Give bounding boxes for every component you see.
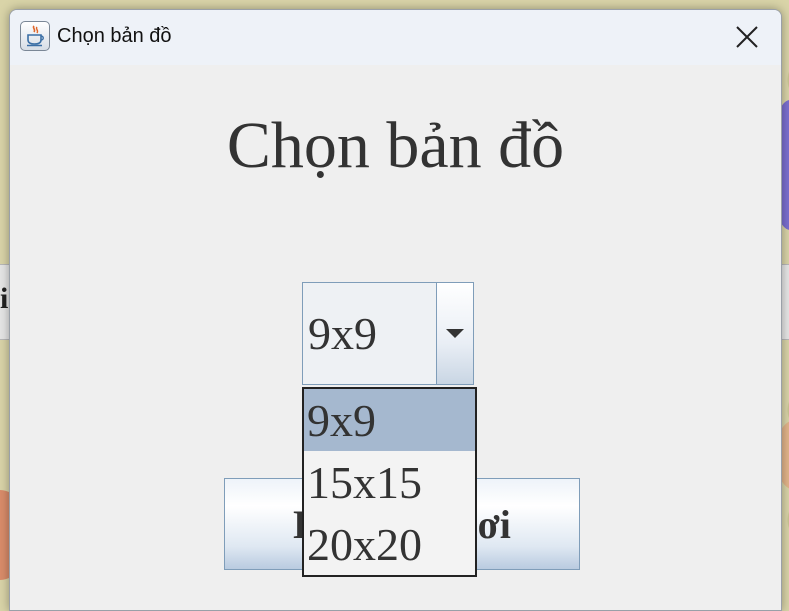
map-size-selected-value: 9x9	[303, 283, 437, 384]
choose-map-dialog: Chọn bản đồ Chọn bản đồ 9x9 Bắt đầu chơi…	[9, 9, 782, 611]
chevron-down-icon	[446, 328, 464, 338]
map-size-dropdown-list: 9x9 15x15 20x20	[302, 387, 477, 577]
close-button[interactable]	[722, 12, 772, 62]
dropdown-option[interactable]: 15x15	[304, 451, 475, 513]
dropdown-arrow-button[interactable]	[437, 283, 473, 384]
map-size-select[interactable]: 9x9	[302, 282, 474, 385]
title-bar: Chọn bản đồ	[10, 10, 781, 65]
dropdown-option[interactable]: 9x9	[304, 389, 475, 451]
dialog-heading: Chọn bản đồ	[226, 109, 565, 182]
dropdown-option[interactable]: 20x20	[304, 513, 475, 575]
java-cup-icon	[20, 21, 50, 51]
background-strip-text: i	[0, 282, 9, 315]
window-title: Chọn bản đồ	[57, 25, 172, 47]
close-icon	[736, 26, 758, 48]
